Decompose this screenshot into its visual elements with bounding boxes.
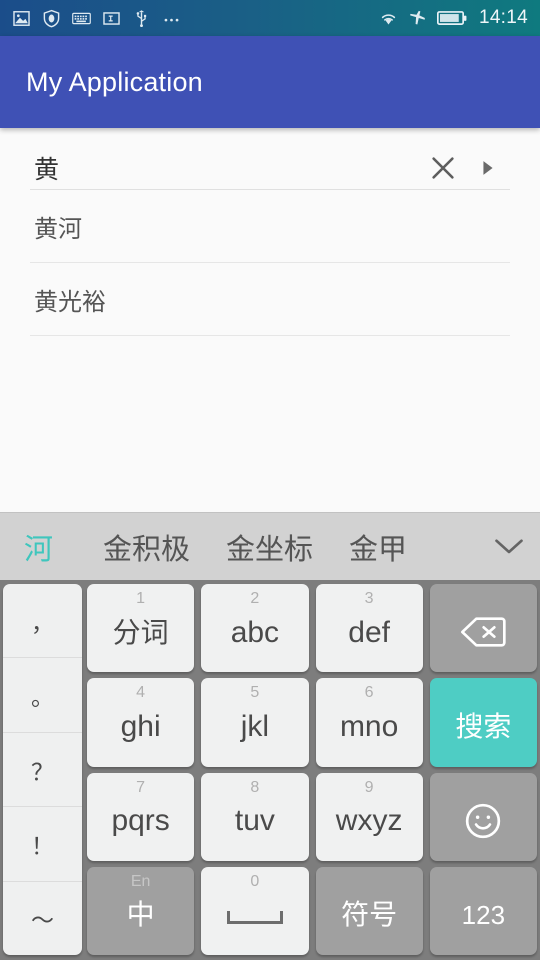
submit-search-button[interactable] <box>466 145 510 191</box>
candidate-item[interactable]: 河 <box>18 526 59 568</box>
key-question[interactable]: ？ <box>3 733 82 808</box>
airplane-mode-icon <box>410 10 425 24</box>
key-8-tuv[interactable]: 8 tuv <box>201 772 309 861</box>
key-main-label: tuv <box>234 804 275 838</box>
key-number-label: En <box>130 872 151 890</box>
key-symbols[interactable]: 符号 <box>315 866 423 955</box>
keyboard-icon <box>72 12 91 24</box>
key-number-label: 3 <box>364 590 374 607</box>
more-icon <box>164 18 179 21</box>
emoji-icon <box>464 802 502 840</box>
status-bar: 14:14 <box>0 0 540 36</box>
key-7-pqrs[interactable]: 7 pqrs <box>87 772 195 861</box>
key-main-label: 中 <box>126 899 155 931</box>
phone-screen: 14:14 My Application 黄河 黄光裕 <box>0 0 540 960</box>
list-item[interactable]: 黄河 <box>30 190 510 263</box>
key-main-label: ghi <box>120 709 161 743</box>
key-emoji[interactable] <box>429 772 537 861</box>
key-number-label: 0 <box>250 872 260 890</box>
key-2-abc[interactable]: 2 abc <box>201 584 309 673</box>
main-content: 黄河 黄光裕 <box>0 128 540 524</box>
shield-icon <box>43 9 60 27</box>
key-main-label: mno <box>339 709 399 743</box>
key-number-label: 1 <box>136 590 146 607</box>
chevron-down-icon <box>495 538 523 553</box>
key-main-label: 分词 <box>112 616 169 648</box>
key-number-label: 9 <box>364 778 374 796</box>
suggestion-label: 黄河 <box>34 215 82 243</box>
key-number-label: 2 <box>250 590 260 607</box>
ime-candidate-bar: 河 金积极 金坐标 金甲 <box>0 512 540 580</box>
key-number-label: 4 <box>136 684 146 702</box>
key-main-label: def <box>348 615 390 649</box>
ime-keyboard: ， 。 ？ ！ ～ 1 分词 2 abc 3 def 4 ghi 5 jkl 6… <box>0 580 540 960</box>
punctuation-key-column: ， 。 ？ ！ ～ <box>3 584 82 955</box>
clear-search-button[interactable] <box>420 145 466 191</box>
search-row <box>30 128 510 190</box>
key-main-label: abc <box>230 615 280 649</box>
key-main-label: wxyz <box>335 804 403 838</box>
key-main-label: 符号 <box>341 899 398 931</box>
play-arrow-icon <box>483 160 493 175</box>
status-bar-clock: 14:14 <box>478 7 528 28</box>
key-5-jkl[interactable]: 5 jkl <box>201 678 309 767</box>
image-icon <box>13 10 30 26</box>
key-tilde[interactable]: ～ <box>3 882 82 955</box>
search-input[interactable] <box>30 153 420 182</box>
key-6-mno[interactable]: 6 mno <box>315 678 423 767</box>
key-main-label: jkl <box>240 709 270 743</box>
battery-icon <box>436 11 467 25</box>
wifi-icon <box>381 13 396 24</box>
textfield-icon <box>103 11 120 25</box>
keyboard-grid: 1 分词 2 abc 3 def 4 ghi 5 jkl 6 mno 搜索 7 … <box>87 584 537 955</box>
key-9-wxyz[interactable]: 9 wxyz <box>315 772 423 861</box>
status-bar-left-icons <box>12 9 379 28</box>
key-period[interactable]: 。 <box>3 658 82 733</box>
status-bar-right-icons: 14:14 <box>379 7 528 29</box>
candidate-item[interactable]: 金甲 <box>343 526 413 568</box>
key-main-label: 搜索 <box>455 710 512 742</box>
usb-icon <box>136 9 147 27</box>
key-1-fenci[interactable]: 1 分词 <box>87 584 195 673</box>
key-numeric[interactable]: 123 <box>429 866 537 955</box>
key-search[interactable]: 搜索 <box>429 678 537 767</box>
candidate-item[interactable]: 金坐标 <box>220 526 319 568</box>
close-icon <box>432 156 454 179</box>
key-space[interactable]: 0 <box>201 866 309 955</box>
candidate-item[interactable]: 金积极 <box>97 526 196 568</box>
key-language-toggle[interactable]: En 中 <box>87 866 195 955</box>
key-number-label: 8 <box>250 778 260 796</box>
spacebar-icon <box>226 911 283 925</box>
key-3-def[interactable]: 3 def <box>315 584 423 673</box>
key-comma[interactable]: ， <box>3 584 82 659</box>
key-exclamation[interactable]: ！ <box>3 807 82 882</box>
backspace-icon <box>460 616 507 648</box>
key-number-label: 6 <box>364 684 374 702</box>
key-number-label: 5 <box>250 684 260 702</box>
expand-candidates-button[interactable] <box>478 538 540 556</box>
key-main-label: 123 <box>461 900 506 931</box>
app-bar: My Application <box>0 36 540 128</box>
list-item[interactable]: 黄光裕 <box>30 263 510 336</box>
page-title: My Application <box>26 66 203 97</box>
key-main-label: pqrs <box>111 804 170 838</box>
key-backspace[interactable] <box>429 584 537 673</box>
suggestion-label: 黄光裕 <box>34 288 106 316</box>
key-number-label: 7 <box>136 778 146 796</box>
key-4-ghi[interactable]: 4 ghi <box>87 678 195 767</box>
